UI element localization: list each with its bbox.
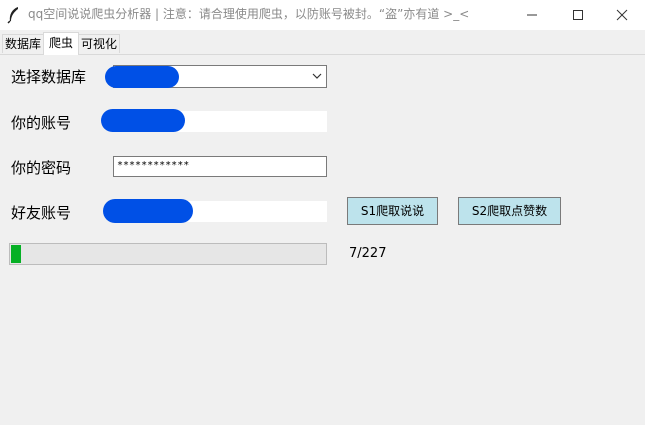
crawl-progress-bar <box>9 243 327 265</box>
tab-database[interactable]: 数据库 <box>2 34 44 53</box>
password-field[interactable]: ************ <box>113 156 327 177</box>
progress-fill <box>11 245 21 263</box>
database-select[interactable] <box>105 65 327 88</box>
friend-account-label: 好友账号 <box>11 204 72 222</box>
progress-count: 7/227 <box>349 246 387 261</box>
account-field[interactable] <box>101 109 327 132</box>
s2-crawl-likes-button[interactable]: S2爬取点赞数 <box>458 197 561 225</box>
database-label: 选择数据库 <box>11 68 87 86</box>
password-label: 你的密码 <box>11 159 72 177</box>
minimize-button[interactable] <box>509 0 555 30</box>
feather-icon <box>6 6 22 24</box>
minimize-icon <box>527 14 537 16</box>
chevron-down-icon <box>312 73 322 79</box>
password-value: ************ <box>117 160 190 171</box>
redacted-value <box>105 66 179 88</box>
maximize-icon <box>573 10 583 20</box>
close-button[interactable] <box>599 0 645 30</box>
account-label: 你的账号 <box>11 114 72 132</box>
tab-crawler[interactable]: 爬虫 <box>43 32 79 55</box>
window-title: qq空间说说爬虫分析器 | 注意：请合理使用爬虫，以防账号被封。“盗”亦有道 >… <box>28 7 470 21</box>
redacted-value <box>103 199 193 223</box>
redacted-value <box>101 109 185 132</box>
s1-crawl-posts-button[interactable]: S1爬取说说 <box>347 197 438 225</box>
maximize-button[interactable] <box>555 0 601 30</box>
close-icon <box>616 9 628 21</box>
tab-bar: 数据库 爬虫 可视化 <box>0 31 645 55</box>
title-bar: qq空间说说爬虫分析器 | 注意：请合理使用爬虫，以防账号被封。“盗”亦有道 >… <box>0 0 645 30</box>
friend-account-field[interactable] <box>103 199 327 223</box>
tab-visualization[interactable]: 可视化 <box>78 34 120 53</box>
